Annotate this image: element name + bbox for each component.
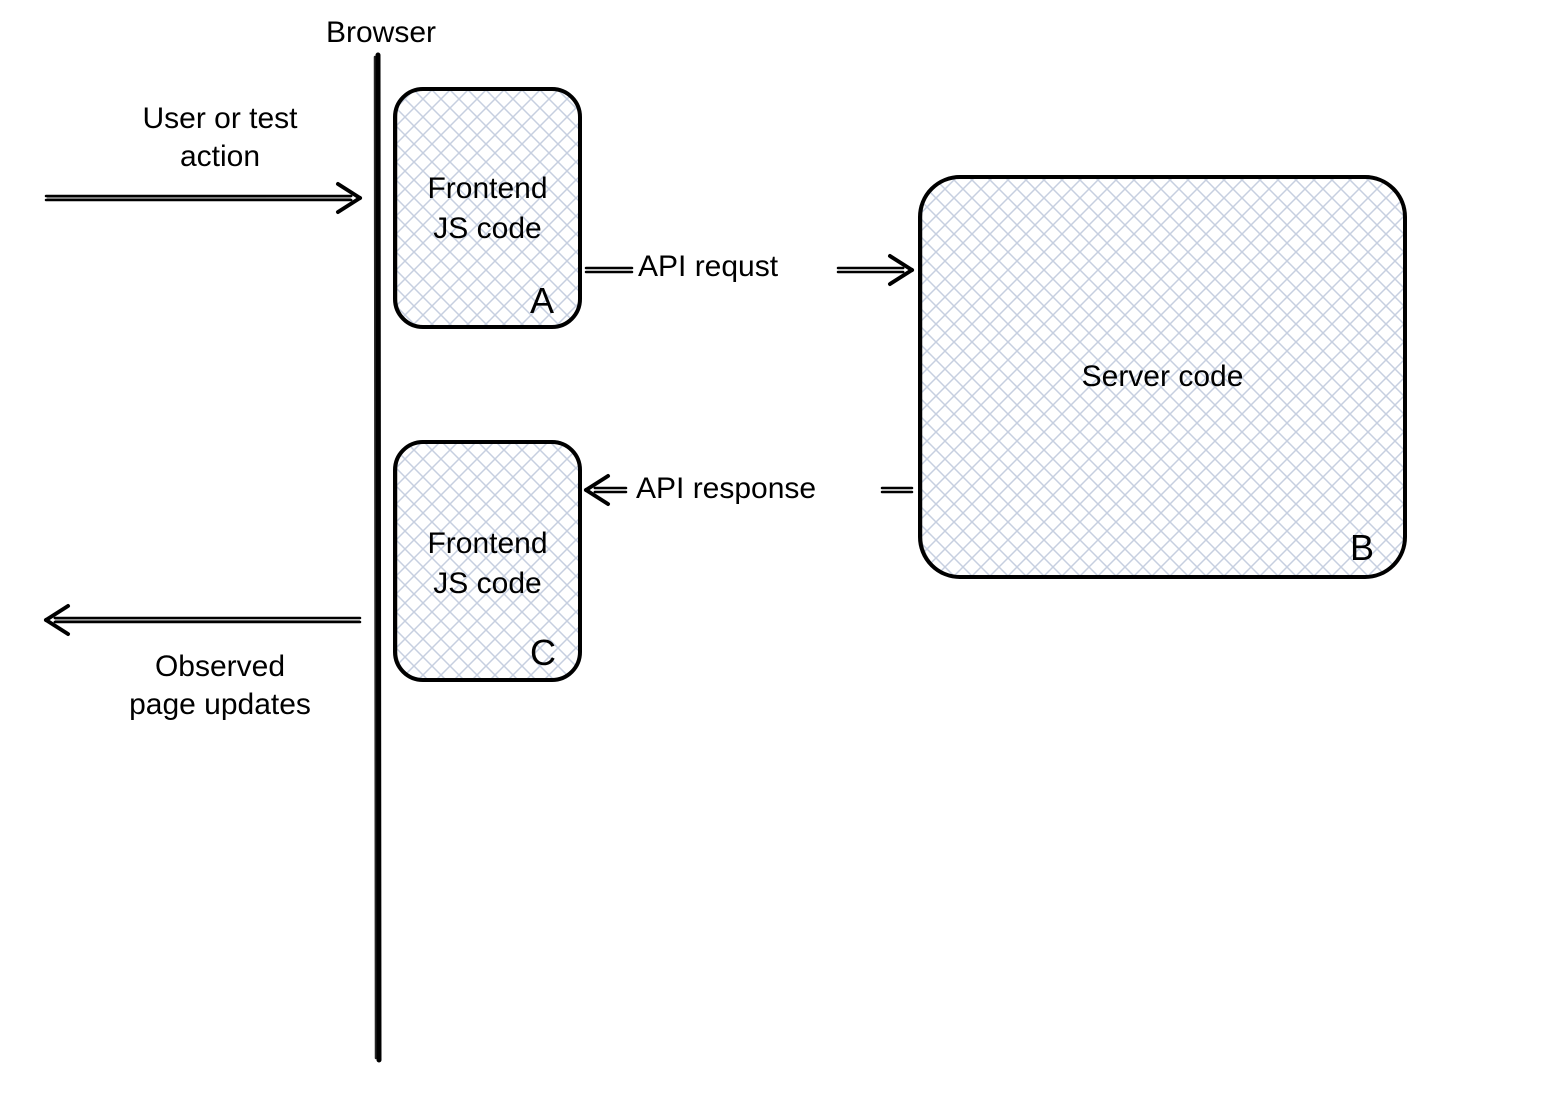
frontend-a-line1: Frontend bbox=[395, 170, 580, 208]
observed-updates-text: Observed page updates bbox=[129, 650, 311, 721]
frontend-a-corner-letter: A bbox=[530, 278, 554, 323]
server-text: Server code bbox=[920, 358, 1405, 396]
browser-title: Browser bbox=[326, 14, 436, 52]
frontend-c-line2: JS code bbox=[395, 565, 580, 603]
arrow-observed-updates bbox=[46, 606, 360, 634]
arrow-user-action bbox=[46, 184, 360, 212]
frontend-c-line1: Frontend bbox=[395, 525, 580, 563]
observed-updates-label: Observed page updates bbox=[100, 648, 340, 723]
frontend-a-line2: JS code bbox=[395, 210, 580, 248]
user-action-line1: User or test action bbox=[142, 102, 297, 173]
api-request-label: API requst bbox=[638, 248, 778, 286]
api-response-label: API response bbox=[636, 470, 816, 508]
user-action-label: User or test action bbox=[100, 100, 340, 175]
browser-divider bbox=[378, 55, 379, 1060]
frontend-c-corner-letter: C bbox=[530, 630, 556, 675]
server-corner-letter: B bbox=[1350, 525, 1374, 570]
